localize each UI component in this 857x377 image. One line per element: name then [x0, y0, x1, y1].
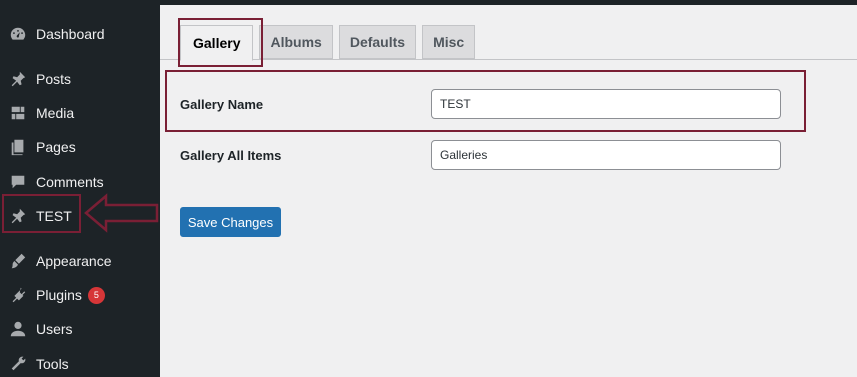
gallery-all-items-label: Gallery All Items	[180, 147, 282, 163]
save-changes-button[interactable]: Save Changes	[180, 207, 281, 237]
tab-albums[interactable]: Albums	[259, 25, 333, 59]
wrench-icon	[8, 354, 28, 374]
plugins-update-badge: 5	[87, 286, 105, 304]
main-content: Gallery Albums Defaults Misc Gallery Nam…	[160, 0, 857, 377]
tab-defaults[interactable]: Defaults	[338, 25, 417, 59]
gallery-all-items-row: Gallery All Items	[180, 139, 800, 171]
menu-label: Users	[36, 321, 73, 337]
annotation-arrow-icon	[84, 193, 159, 233]
menu-item-pages[interactable]: Pages	[0, 130, 160, 164]
menu-item-posts[interactable]: Posts	[0, 62, 160, 96]
menu-label: Plugins	[36, 287, 82, 303]
menu-label: Posts	[36, 71, 72, 87]
dashboard-icon	[8, 24, 28, 44]
comments-icon	[8, 172, 28, 192]
menu-label: Media	[36, 105, 75, 121]
pin-icon	[8, 69, 28, 89]
media-icon	[8, 103, 28, 123]
plugin-icon	[8, 285, 28, 305]
menu-label: Tools	[36, 356, 69, 372]
menu-item-tools[interactable]: Tools	[0, 347, 160, 377]
menu-label: Appearance	[36, 253, 112, 269]
gallery-name-highlight	[165, 70, 806, 132]
pages-icon	[8, 137, 28, 157]
brush-icon	[8, 251, 28, 271]
menu-item-plugins[interactable]: Plugins 5	[0, 278, 160, 312]
menu-item-appearance[interactable]: Appearance	[0, 244, 160, 278]
menu-item-media[interactable]: Media	[0, 96, 160, 130]
gallery-tab-highlight	[178, 18, 263, 67]
menu-label: Pages	[36, 139, 76, 155]
menu-item-users[interactable]: Users	[0, 312, 160, 346]
admin-sidebar: Dashboard Posts Media Pages Comments TES…	[0, 0, 160, 377]
gallery-all-items-input[interactable]	[431, 140, 781, 170]
menu-label: Dashboard	[36, 26, 105, 42]
user-icon	[8, 319, 28, 339]
admin-bar	[160, 0, 857, 5]
menu-item-dashboard[interactable]: Dashboard	[0, 17, 160, 51]
test-menu-highlight	[2, 194, 81, 233]
tab-misc[interactable]: Misc	[422, 25, 476, 59]
menu-label: Comments	[36, 174, 104, 190]
